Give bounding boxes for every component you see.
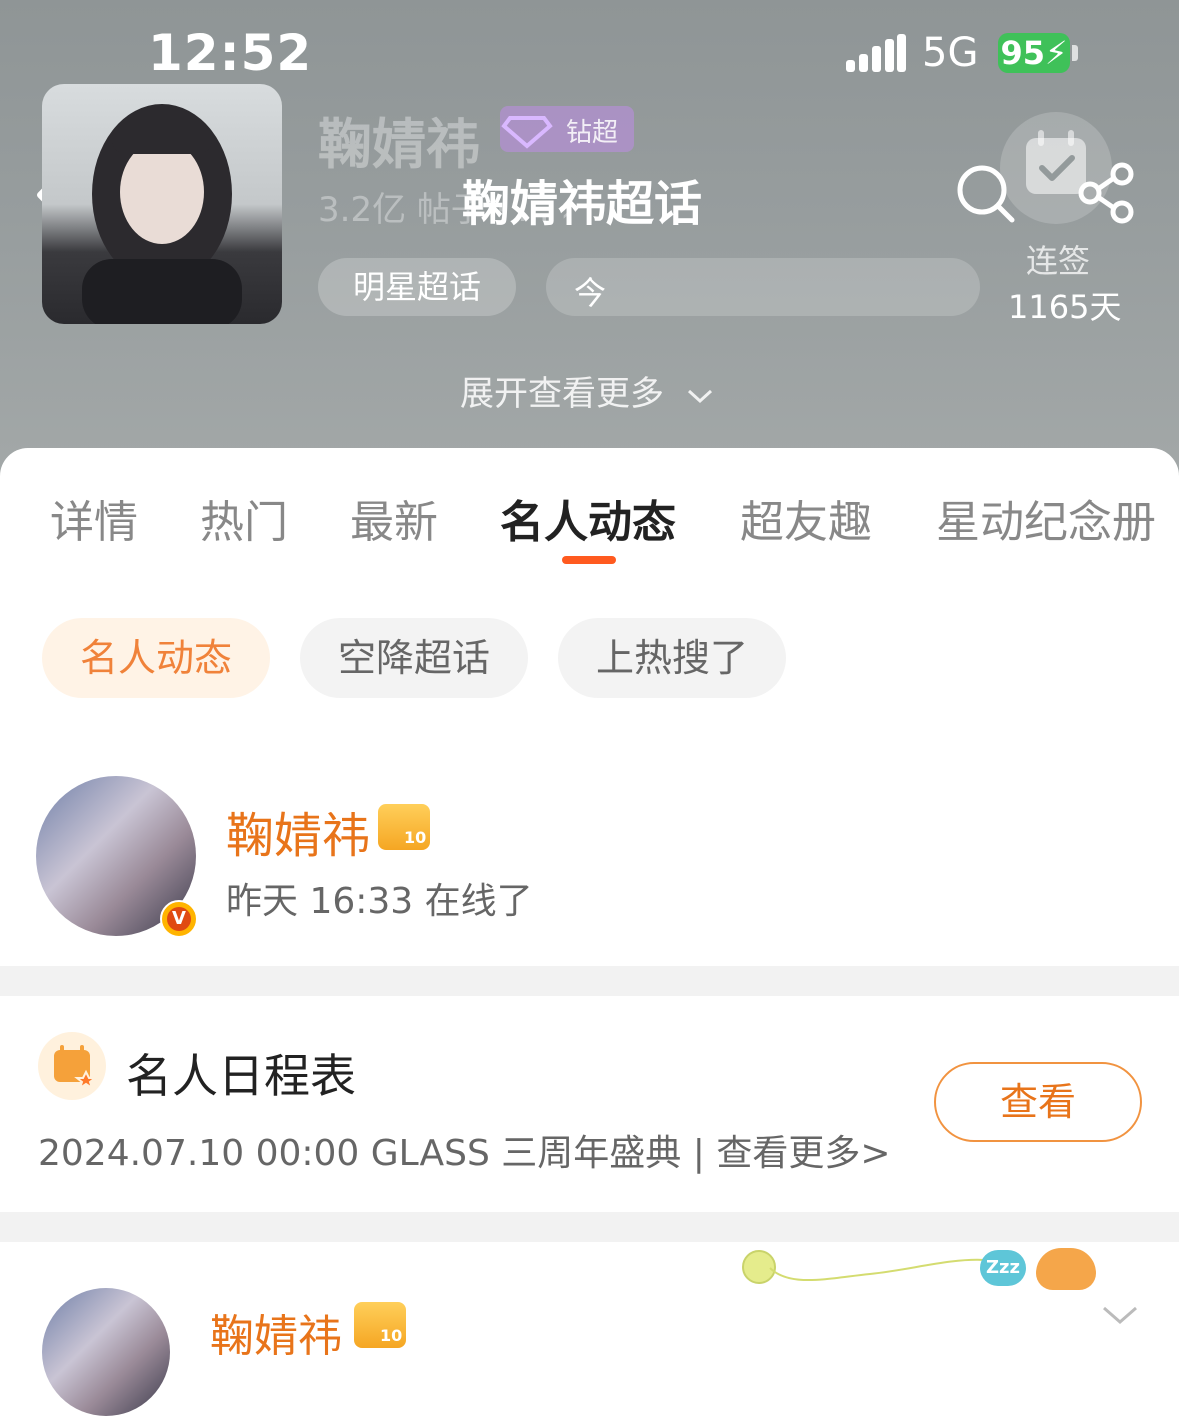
filter-chip-celebrity-updates[interactable]: 名人动态	[42, 618, 270, 698]
verified-icon: V	[167, 907, 191, 931]
chevron-down-icon	[687, 389, 712, 403]
crown-level-icon: 10	[354, 1302, 406, 1348]
online-status: 昨天 16:33 在线了	[226, 881, 533, 922]
tab-fan-fun[interactable]: 超友趣	[740, 486, 872, 550]
celebrity-name[interactable]: 鞠婧祎	[226, 796, 370, 866]
page-title: 鞠婧祎超话	[462, 176, 703, 232]
tab-star-album[interactable]: 星动纪念册	[936, 486, 1156, 550]
sleep-bubble: Zzz	[980, 1250, 1026, 1286]
search-icon[interactable]	[952, 160, 1018, 226]
share-icon[interactable]	[1074, 160, 1140, 226]
diamond-badge-label: 钻超	[566, 118, 619, 148]
crown-level-icon: 10	[378, 804, 430, 850]
view-schedule-button[interactable]: 查看	[934, 1062, 1142, 1142]
topic-name: 鞠婧祎	[318, 113, 480, 176]
section-divider	[0, 1212, 1179, 1242]
diamond-icon	[501, 116, 553, 149]
schedule-title: 名人日程表	[126, 1049, 356, 1103]
notice-chip[interactable]	[546, 258, 980, 316]
expand-more-link[interactable]: 展开查看更多	[460, 366, 715, 415]
checkin-days: 1165天	[1008, 288, 1122, 326]
tab-latest[interactable]: 最新	[350, 486, 438, 550]
tab-details[interactable]: 详情	[50, 486, 138, 550]
battery-level: 95	[1000, 34, 1046, 72]
section-divider	[0, 966, 1179, 996]
battery-tip	[1072, 45, 1078, 61]
expand-more-label: 展开查看更多	[460, 374, 664, 414]
tab-celebrity-updates[interactable]: 名人动态	[500, 486, 676, 550]
super-topic-cover-image[interactable]	[42, 84, 282, 324]
post-author-name[interactable]: 鞠婧祎	[210, 1300, 342, 1364]
filter-chip-airdrop[interactable]: 空降超话	[300, 618, 528, 698]
sleeping-cat-icon	[1036, 1248, 1096, 1290]
active-tab-indicator	[562, 556, 616, 564]
filter-chip-trending[interactable]: 上热搜了	[558, 618, 786, 698]
battery-icon: 95⚡	[998, 33, 1070, 73]
yarn-string-decoration	[769, 1258, 986, 1282]
calendar-star-icon	[54, 1045, 98, 1091]
signal-icon	[846, 34, 906, 72]
schedule-icon	[38, 1032, 106, 1100]
post-author-avatar[interactable]	[42, 1288, 170, 1416]
crown-level-number: 10	[380, 1326, 403, 1345]
portrait-illustration	[82, 104, 242, 324]
network-type: 5G	[922, 30, 979, 76]
checkin-label: 连签	[1026, 242, 1091, 280]
tab-hot[interactable]: 热门	[200, 486, 288, 550]
crown-level-number: 10	[404, 828, 427, 847]
schedule-detail[interactable]: 2024.07.10 00:00 GLASS 三周年盛典 | 查看更多>	[38, 1124, 891, 1176]
status-time: 12:52	[148, 24, 313, 82]
charging-icon: ⚡	[1045, 34, 1068, 72]
category-chip[interactable]: 明星超话	[318, 258, 516, 316]
notice-text: 今	[574, 274, 607, 312]
chevron-down-icon[interactable]	[1100, 1300, 1140, 1330]
